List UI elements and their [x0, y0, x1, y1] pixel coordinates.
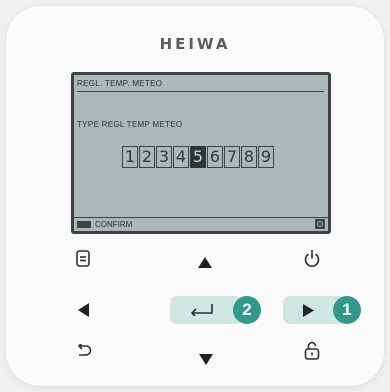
option-6[interactable]: 6: [207, 146, 223, 168]
callout-badge-1: 1: [333, 296, 361, 324]
right-arrow-icon: [303, 304, 314, 317]
back-button[interactable]: [76, 344, 92, 357]
menu-button[interactable]: [76, 250, 90, 267]
left-arrow-icon: [78, 303, 89, 317]
enter-icon: [190, 304, 213, 316]
option-selector[interactable]: 1 2 3 4 5 6 7 8 9: [122, 146, 274, 168]
power-icon: [304, 249, 320, 267]
screen-title: REGL. TEMP. METEO: [77, 79, 163, 88]
up-button[interactable]: [198, 257, 212, 268]
option-1[interactable]: 1: [122, 146, 138, 168]
option-8[interactable]: 8: [241, 146, 257, 168]
unlock-icon: [304, 341, 320, 360]
confirm-button[interactable]: [170, 296, 242, 324]
down-arrow-icon: [199, 354, 213, 365]
remote-controller-panel: HEIWA REGL. TEMP. METEO TYPE REGL TEMP M…: [6, 6, 384, 386]
screen-footer: CONFIRM: [74, 217, 328, 231]
menu-icon: [76, 250, 90, 267]
brand-logo: HEIWA: [159, 35, 231, 53]
option-3[interactable]: 3: [156, 146, 172, 168]
option-7[interactable]: 7: [224, 146, 240, 168]
confirm-key-icon: [77, 221, 91, 228]
option-9[interactable]: 9: [258, 146, 274, 168]
down-button[interactable]: [199, 354, 213, 365]
back-icon: [77, 344, 92, 356]
screen-divider: [77, 91, 324, 92]
lcd-screen: REGL. TEMP. METEO TYPE REGL TEMP METEO 1…: [71, 72, 331, 234]
option-5-selected[interactable]: 5: [190, 146, 206, 168]
left-button[interactable]: [78, 303, 89, 317]
settings-icon: [315, 219, 325, 229]
setting-label: TYPE REGL TEMP METEO: [77, 120, 183, 129]
power-button[interactable]: [303, 249, 321, 268]
footer-confirm-label: CONFIRM: [95, 220, 133, 229]
option-4[interactable]: 4: [173, 146, 189, 168]
lock-button[interactable]: [304, 341, 320, 360]
option-2[interactable]: 2: [139, 146, 155, 168]
up-arrow-icon: [198, 257, 212, 268]
callout-badge-2: 2: [233, 296, 261, 324]
